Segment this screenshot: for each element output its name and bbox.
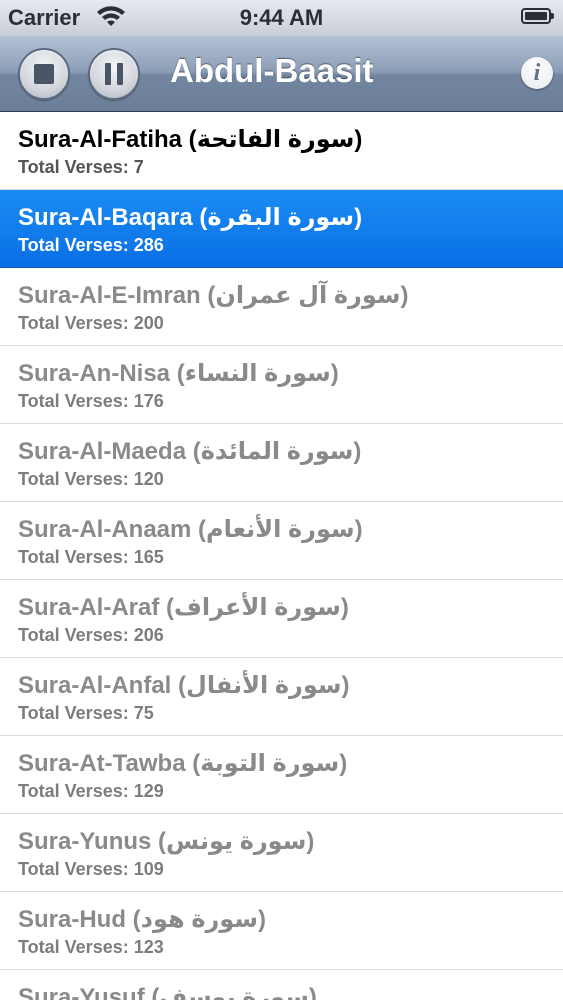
status-time: 9:44 AM <box>239 5 324 30</box>
page-title: Abdul-Baasit <box>170 52 374 89</box>
list-item[interactable]: Sura-Al-Araf (سورة الأعراف) Total Verses… <box>0 580 563 658</box>
list-item[interactable]: Sura-Al-Maeda (سورة المائدة) Total Verse… <box>0 424 563 502</box>
sura-title: Sura-Al-E-Imran (سورة آل عمران) <box>18 282 409 309</box>
sura-verse-count: Total Verses: 75 <box>18 703 154 723</box>
sura-title: Sura-Al-Maeda (سورة المائدة) <box>18 438 362 465</box>
battery-icon <box>521 8 554 24</box>
sura-verse-count: Total Verses: 200 <box>18 313 164 333</box>
sura-verse-count: Total Verses: 120 <box>18 469 164 489</box>
info-button[interactable]: i <box>521 57 553 89</box>
sura-title: Sura-Al-Anfal (سورة الأنفال) <box>18 672 350 699</box>
list-item[interactable]: Sura-An-Nisa (سورة النساء) Total Verses:… <box>0 346 563 424</box>
list-item[interactable]: Sura-Al-Anaam (سورة الأنعام) Total Verse… <box>0 502 563 580</box>
pause-icon <box>105 63 123 85</box>
pause-button[interactable] <box>88 48 140 100</box>
sura-list[interactable]: Sura-Al-Fatiha (سورة الفاتحة) Total Vers… <box>0 112 563 1000</box>
list-item[interactable]: Sura-Al-Baqara (سورة البقرة) Total Verse… <box>0 190 563 268</box>
navigation-bar: Abdul-Baasit i <box>0 36 563 112</box>
sura-verse-count: Total Verses: 165 <box>18 547 164 567</box>
sura-verse-count: Total Verses: 206 <box>18 625 164 645</box>
sura-verse-count: Total Verses: 7 <box>18 157 144 177</box>
status-bar: Carrier 9:44 AM <box>0 0 563 36</box>
sura-title: Sura-At-Tawba (سورة التوبة) <box>18 750 348 777</box>
sura-verse-count: Total Verses: 109 <box>18 859 164 879</box>
list-item[interactable]: Sura-Hud (سورة هود) Total Verses: 123 <box>0 892 563 970</box>
sura-title: Sura-An-Nisa (سورة النساء) <box>18 360 339 387</box>
sura-title: Sura-Al-Fatiha (سورة الفاتحة) <box>18 126 363 153</box>
info-icon: i <box>533 60 541 86</box>
list-item[interactable]: Sura-Al-Fatiha (سورة الفاتحة) Total Vers… <box>0 112 563 190</box>
list-item[interactable]: Sura-Yusuf (سورة يوسف) <box>0 970 563 1000</box>
list-item[interactable]: Sura-At-Tawba (سورة التوبة) Total Verses… <box>0 736 563 814</box>
sura-verse-count: Total Verses: 129 <box>18 781 164 801</box>
list-item[interactable]: Sura-Al-E-Imran (سورة آل عمران) Total Ve… <box>0 268 563 346</box>
sura-title: Sura-Yunus (سورة يونس) <box>18 828 315 855</box>
stop-icon <box>34 64 54 84</box>
sura-verse-count: Total Verses: 286 <box>18 235 164 255</box>
list-item[interactable]: Sura-Al-Anfal (سورة الأنفال) Total Verse… <box>0 658 563 736</box>
sura-verse-count: Total Verses: 176 <box>18 391 164 411</box>
sura-title: Sura-Yusuf (سورة يوسف) <box>18 984 317 1000</box>
list-item[interactable]: Sura-Yunus (سورة يونس) Total Verses: 109 <box>0 814 563 892</box>
sura-title: Sura-Al-Baqara (سورة البقرة) <box>18 204 363 231</box>
stop-button[interactable] <box>18 48 70 100</box>
sura-title: Sura-Hud (سورة هود) <box>18 906 266 933</box>
sura-verse-count: Total Verses: 123 <box>18 937 164 957</box>
sura-title: Sura-Al-Anaam (سورة الأنعام) <box>18 516 363 543</box>
sura-title: Sura-Al-Araf (سورة الأعراف) <box>18 594 349 621</box>
